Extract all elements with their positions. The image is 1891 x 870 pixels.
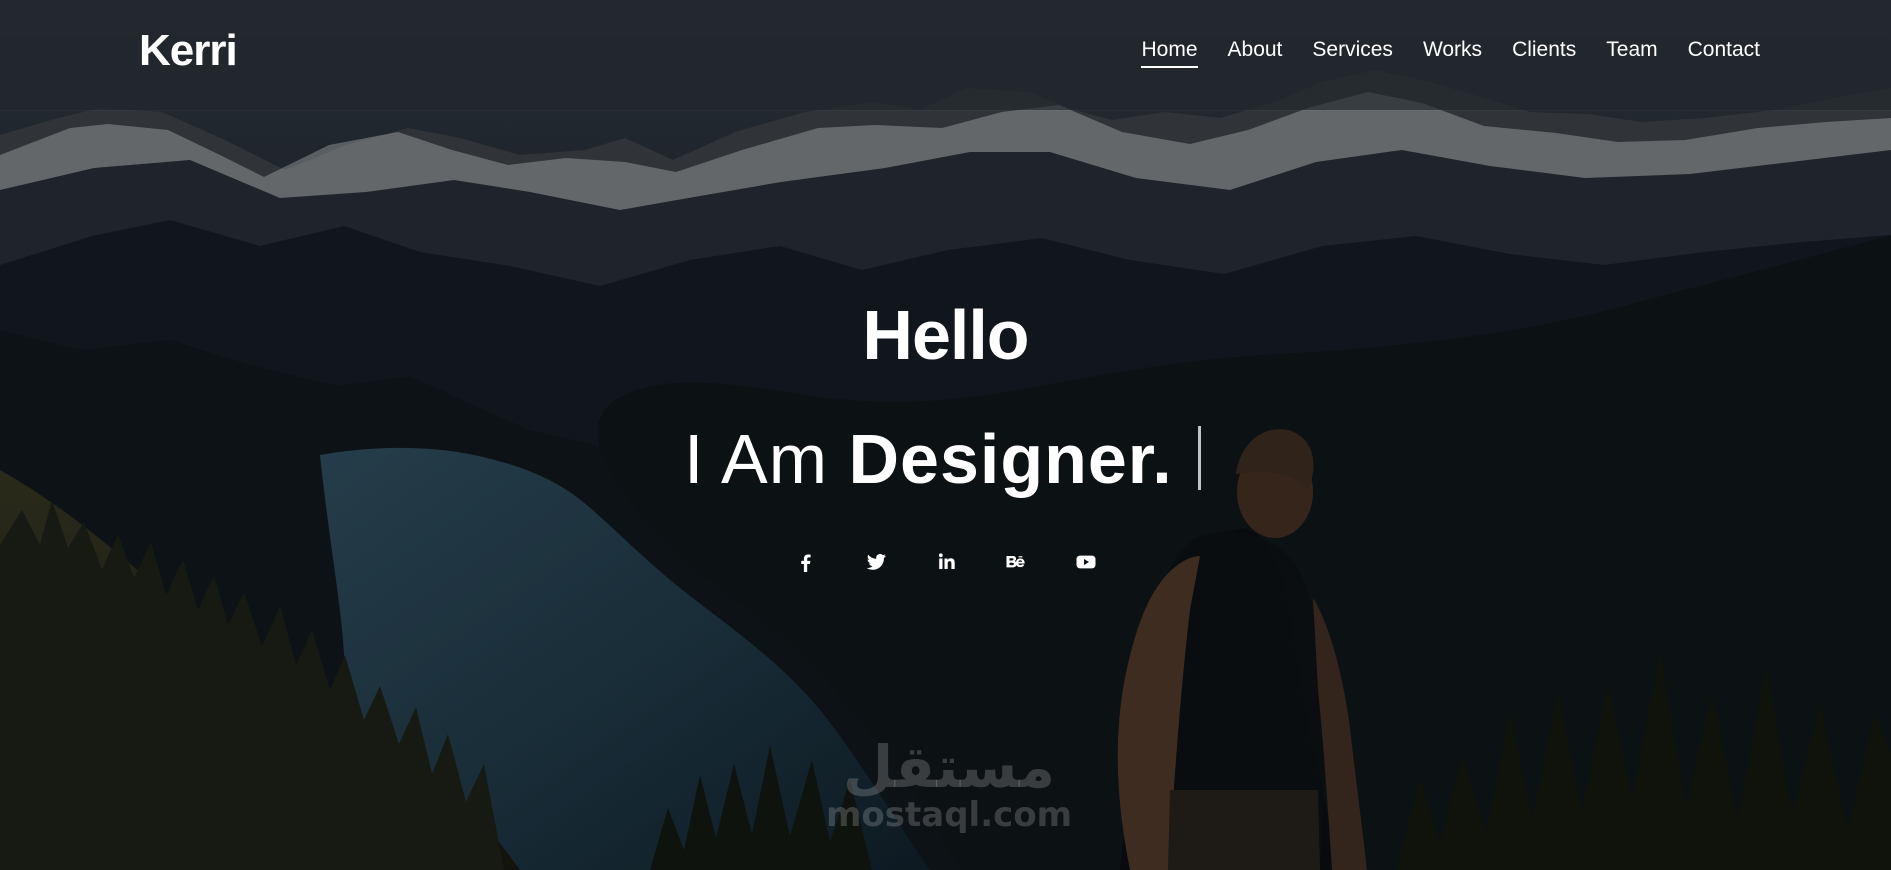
nav-item-home[interactable]: Home [1141,39,1198,68]
hero-greeting: Hello [862,296,1029,374]
nav-item-contact[interactable]: Contact [1688,39,1760,60]
nav-item-clients[interactable]: Clients [1512,39,1576,60]
facebook-icon-graphic [801,554,811,572]
social-links [788,544,1104,580]
hero-tagline: I Am Designer. [684,424,1202,494]
main-nav: Home About Services Works Clients Team C… [1141,39,1760,68]
nav-item-services[interactable]: Services [1312,39,1393,60]
hero-role: Designer. [848,420,1173,498]
behance-icon-graphic [1006,556,1025,568]
navbar: Kerri Home About Services Works Clients … [0,0,1891,110]
youtube-icon-graphic [1076,555,1096,569]
nav-item-about[interactable]: About [1228,39,1283,60]
youtube-icon[interactable] [1068,544,1104,580]
behance-icon[interactable] [998,544,1034,580]
nav-item-team[interactable]: Team [1606,39,1657,60]
nav-item-works[interactable]: Works [1423,39,1482,60]
site-logo[interactable]: Kerri [139,29,238,73]
typing-cursor [1198,426,1202,490]
hero-section: Kerri Home About Services Works Clients … [0,0,1891,870]
twitter-icon-graphic [866,554,886,570]
linkedin-icon-graphic [938,553,955,569]
facebook-icon[interactable] [788,544,824,580]
hero-content: Hello I Am Designer. [0,296,1891,572]
hero-prefix: I Am [684,420,829,498]
linkedin-icon[interactable] [928,544,964,580]
twitter-icon[interactable] [858,544,894,580]
